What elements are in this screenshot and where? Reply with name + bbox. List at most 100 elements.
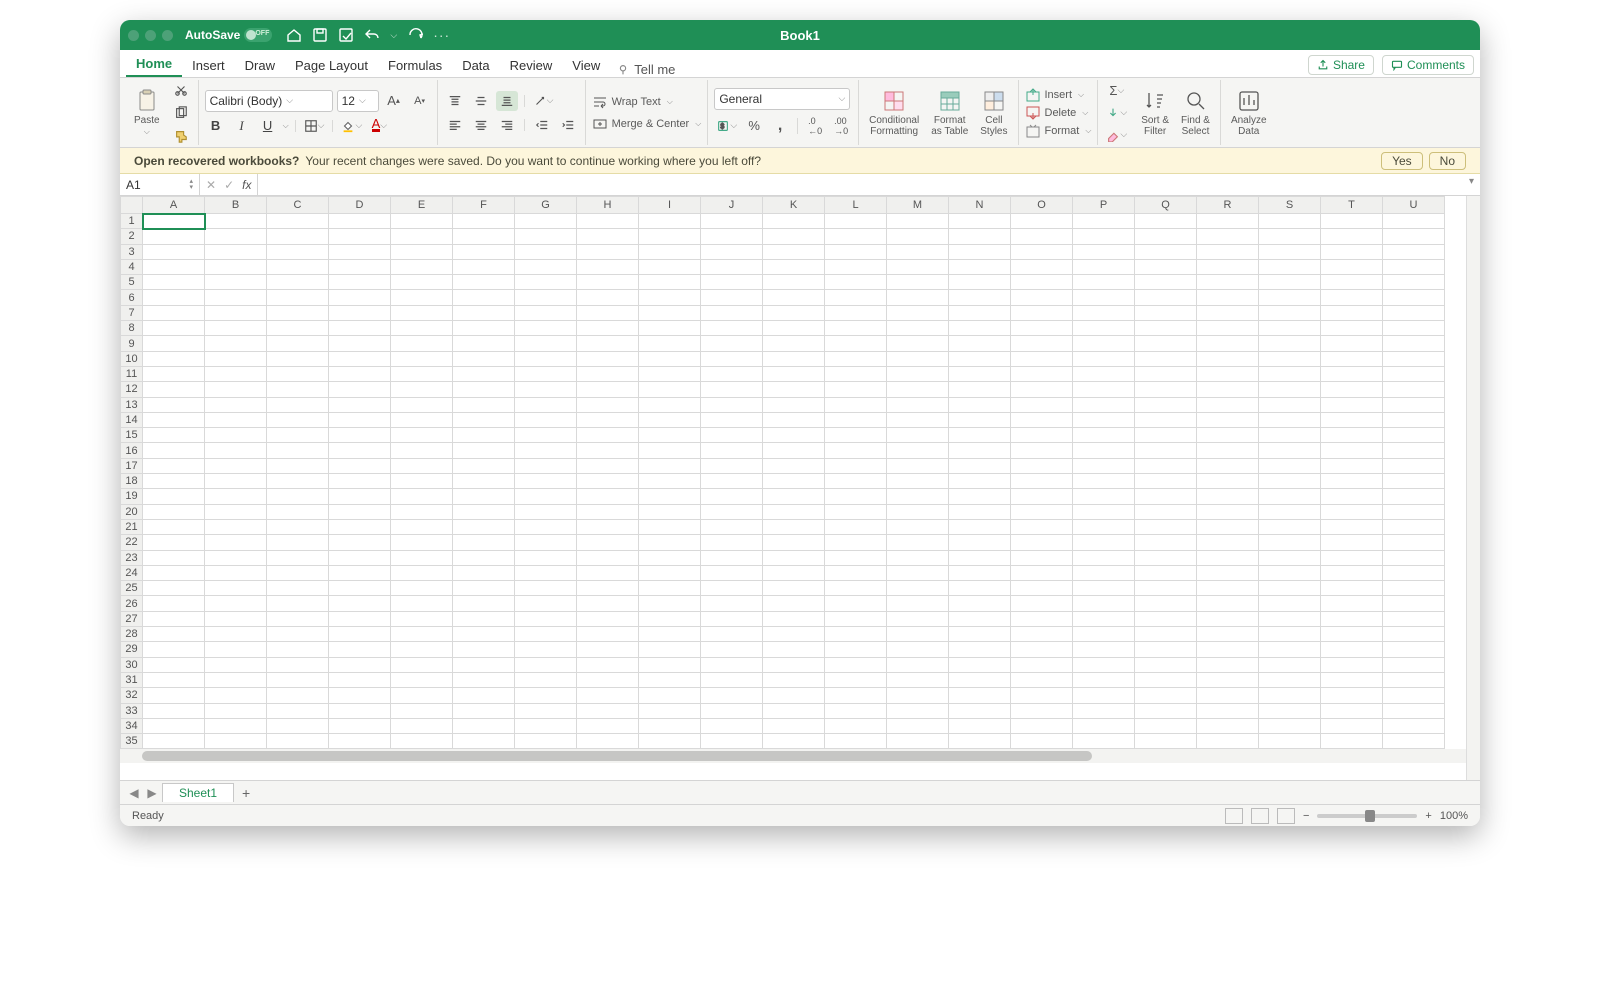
cell[interactable]	[453, 718, 515, 733]
align-top-button[interactable]	[444, 91, 466, 111]
cell[interactable]	[763, 397, 825, 412]
cell[interactable]	[515, 596, 577, 611]
save-as-icon[interactable]	[338, 27, 354, 43]
row-header[interactable]: 28	[121, 627, 143, 642]
cell[interactable]	[701, 321, 763, 336]
cell[interactable]	[1383, 657, 1445, 672]
cell[interactable]	[1321, 244, 1383, 259]
column-header[interactable]: P	[1073, 197, 1135, 214]
cell[interactable]	[1321, 351, 1383, 366]
cell[interactable]	[391, 321, 453, 336]
cell[interactable]	[453, 565, 515, 580]
row-header[interactable]: 5	[121, 275, 143, 290]
cell[interactable]	[949, 458, 1011, 473]
cell[interactable]	[1073, 519, 1135, 534]
cell[interactable]	[825, 581, 887, 596]
cell[interactable]	[577, 275, 639, 290]
cell[interactable]	[453, 214, 515, 229]
cell[interactable]	[887, 657, 949, 672]
row-header[interactable]: 33	[121, 703, 143, 718]
row-header[interactable]: 15	[121, 428, 143, 443]
cell[interactable]	[1383, 519, 1445, 534]
cell[interactable]	[1259, 275, 1321, 290]
cell[interactable]	[329, 672, 391, 687]
cell[interactable]	[577, 489, 639, 504]
cell[interactable]	[949, 443, 1011, 458]
cell[interactable]	[825, 672, 887, 687]
cell[interactable]	[453, 382, 515, 397]
align-left-button[interactable]	[444, 115, 466, 135]
align-middle-button[interactable]	[470, 91, 492, 111]
cell[interactable]	[949, 611, 1011, 626]
cell[interactable]	[1383, 321, 1445, 336]
cell[interactable]	[329, 596, 391, 611]
select-all-corner[interactable]	[121, 197, 143, 214]
cell[interactable]	[329, 535, 391, 550]
cell[interactable]	[701, 489, 763, 504]
cell[interactable]	[1321, 214, 1383, 229]
cell[interactable]	[763, 305, 825, 320]
cell[interactable]	[205, 504, 267, 519]
cell[interactable]	[825, 259, 887, 274]
cell[interactable]	[1321, 305, 1383, 320]
cell[interactable]	[825, 489, 887, 504]
cell[interactable]	[453, 321, 515, 336]
underline-button[interactable]: U	[257, 116, 279, 136]
cell[interactable]	[515, 657, 577, 672]
cell[interactable]	[515, 734, 577, 749]
cell[interactable]	[577, 734, 639, 749]
cell[interactable]	[949, 489, 1011, 504]
cell[interactable]	[1383, 504, 1445, 519]
row-header[interactable]: 27	[121, 611, 143, 626]
cell[interactable]	[701, 382, 763, 397]
cell[interactable]	[639, 596, 701, 611]
cell[interactable]	[1135, 489, 1197, 504]
cell[interactable]	[639, 703, 701, 718]
cell[interactable]	[143, 519, 205, 534]
cell[interactable]	[1135, 703, 1197, 718]
cell[interactable]	[1073, 321, 1135, 336]
cell[interactable]	[887, 474, 949, 489]
cell[interactable]	[577, 412, 639, 427]
sheet-nav-next[interactable]: ▶	[144, 786, 160, 800]
align-center-button[interactable]	[470, 115, 492, 135]
cell[interactable]	[1073, 718, 1135, 733]
cell[interactable]	[887, 382, 949, 397]
column-header[interactable]: B	[205, 197, 267, 214]
cell[interactable]	[391, 290, 453, 305]
cut-button[interactable]	[170, 80, 192, 100]
cell[interactable]	[205, 703, 267, 718]
cell[interactable]	[143, 382, 205, 397]
cell[interactable]	[763, 581, 825, 596]
cell[interactable]	[515, 688, 577, 703]
cell[interactable]	[825, 611, 887, 626]
cell[interactable]	[391, 366, 453, 381]
cell[interactable]	[1383, 382, 1445, 397]
cell[interactable]	[1383, 458, 1445, 473]
cell[interactable]	[1259, 672, 1321, 687]
cell[interactable]	[1135, 229, 1197, 244]
cell[interactable]	[887, 443, 949, 458]
cell[interactable]	[1321, 734, 1383, 749]
cell[interactable]	[1135, 321, 1197, 336]
home-icon[interactable]	[286, 27, 302, 43]
cell[interactable]	[1321, 259, 1383, 274]
row-header[interactable]: 32	[121, 688, 143, 703]
row-header[interactable]: 3	[121, 244, 143, 259]
column-header[interactable]: A	[143, 197, 205, 214]
cell[interactable]	[1383, 275, 1445, 290]
cell[interactable]	[639, 229, 701, 244]
cell[interactable]	[143, 703, 205, 718]
find-select-button[interactable]: Find & Select	[1177, 87, 1214, 139]
cell[interactable]	[577, 581, 639, 596]
cell[interactable]	[143, 718, 205, 733]
tell-me-search[interactable]: Tell me	[616, 62, 675, 77]
cell[interactable]	[825, 428, 887, 443]
cell[interactable]	[577, 657, 639, 672]
cell[interactable]	[1197, 336, 1259, 351]
cell[interactable]	[267, 397, 329, 412]
cell[interactable]	[1197, 657, 1259, 672]
cell[interactable]	[453, 229, 515, 244]
cell[interactable]	[329, 657, 391, 672]
cell[interactable]	[639, 489, 701, 504]
